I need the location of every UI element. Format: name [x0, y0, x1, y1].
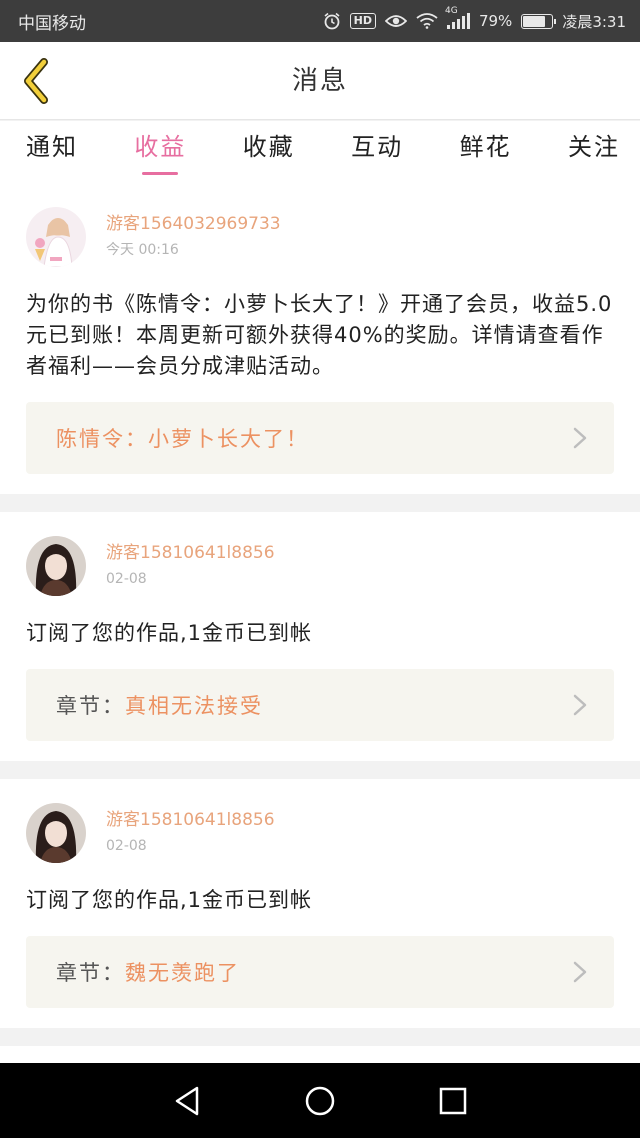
user-row: 游客15810641l8856 02-08	[26, 803, 614, 863]
avatar[interactable]	[26, 207, 86, 267]
work-link-text: 陈情令：小萝卜长大了！	[56, 423, 309, 453]
chevron-right-icon	[573, 427, 587, 449]
battery-percent: 79%	[478, 12, 513, 30]
nav-home-button[interactable]	[295, 1076, 345, 1126]
user-meta: 游客1564032969733 今天 00:16	[106, 207, 281, 259]
tab-2[interactable]: 收藏	[235, 121, 303, 183]
link-title: 真相无法接受	[125, 694, 263, 718]
cellular-signal-icon: 4G	[445, 6, 470, 29]
user-row: 游客15810641l8856 02-08	[26, 536, 614, 596]
tab-3[interactable]: 互动	[343, 121, 411, 183]
status-bar: 中国移动 HD 4G 79% 凌晨3:31	[0, 0, 640, 42]
user-row: 游客1564032969733 今天 00:16	[26, 207, 614, 267]
timestamp: 02-08	[106, 571, 147, 587]
nav-recent-button[interactable]	[428, 1076, 478, 1126]
message-text: 为你的书《陈情令：小萝卜长大了！》开通了会员，收益5.0元已到账！本周更新可额外…	[26, 292, 613, 378]
link-prefix: 章节：	[56, 961, 125, 985]
alarm-icon	[323, 12, 341, 30]
wifi-icon	[416, 13, 438, 29]
battery-icon	[521, 13, 557, 29]
avatar[interactable]	[26, 803, 86, 863]
tab-5[interactable]: 关注	[560, 121, 628, 183]
message-list: 游客1564032969733 今天 00:16 为你的书《陈情令：小萝卜长大了！》…	[0, 183, 640, 1086]
carrier-label: 中国移动	[18, 13, 86, 34]
link-title: 陈情令：小萝卜长大了！	[56, 427, 309, 451]
message-card: 游客15810641l8856 02-08 订阅了您的作品,1金币已到帐章节：真相无…	[0, 512, 640, 761]
back-button[interactable]	[14, 56, 58, 106]
work-link-text: 章节：真相无法接受	[56, 690, 263, 720]
chevron-right-icon	[573, 694, 587, 716]
circle-home-icon	[305, 1086, 335, 1115]
tab-4[interactable]: 鲜花	[452, 121, 520, 183]
chevron-left-icon	[24, 58, 48, 104]
username[interactable]: 游客15810641l8856	[106, 542, 275, 564]
work-link[interactable]: 陈情令：小萝卜长大了！	[26, 402, 614, 474]
tab-0[interactable]: 通知	[18, 121, 86, 183]
square-recent-icon	[440, 1087, 467, 1114]
nav-back-button[interactable]	[162, 1076, 212, 1126]
user-meta: 游客15810641l8856 02-08	[106, 803, 275, 855]
hd-icon: HD	[349, 13, 376, 29]
username[interactable]: 游客15810641l8856	[106, 809, 275, 831]
username[interactable]: 游客1564032969733	[106, 213, 281, 235]
link-prefix: 章节：	[56, 694, 125, 718]
timestamp: 今天 00:16	[106, 242, 179, 258]
work-link[interactable]: 章节：魏无羡跑了	[26, 936, 614, 1008]
eye-icon	[384, 13, 407, 29]
tab-1[interactable]: 收益	[126, 121, 194, 183]
message-card: 游客1564032969733 今天 00:16 为你的书《陈情令：小萝卜长大了！》…	[0, 183, 640, 494]
page-title: 消息	[291, 66, 348, 96]
message-text: 订阅了您的作品,1金币已到帐	[26, 621, 313, 645]
system-nav-bar	[0, 1063, 640, 1138]
clock: 凌晨3:31	[562, 12, 626, 31]
user-meta: 游客15810641l8856 02-08	[106, 536, 275, 588]
work-link[interactable]: 章节：真相无法接受	[26, 669, 614, 741]
tab-bar: 通知 收益 收藏 互动 鲜花 关注	[0, 121, 640, 183]
network-type-label: 4G	[444, 6, 458, 16]
app-header: 消息	[0, 42, 640, 120]
timestamp: 02-08	[106, 838, 147, 854]
chevron-right-icon	[573, 961, 587, 983]
status-icons: HD 4G 79% 凌晨3:31	[323, 6, 626, 32]
message-card: 游客15810641l8856 02-08 订阅了您的作品,1金币已到帐章节：魏无羡…	[0, 779, 640, 1028]
avatar[interactable]	[26, 536, 86, 596]
work-link-text: 章节：魏无羡跑了	[56, 957, 240, 987]
triangle-back-icon	[175, 1086, 198, 1115]
link-title: 魏无羡跑了	[125, 961, 240, 985]
message-text: 订阅了您的作品,1金币已到帐	[26, 888, 313, 912]
